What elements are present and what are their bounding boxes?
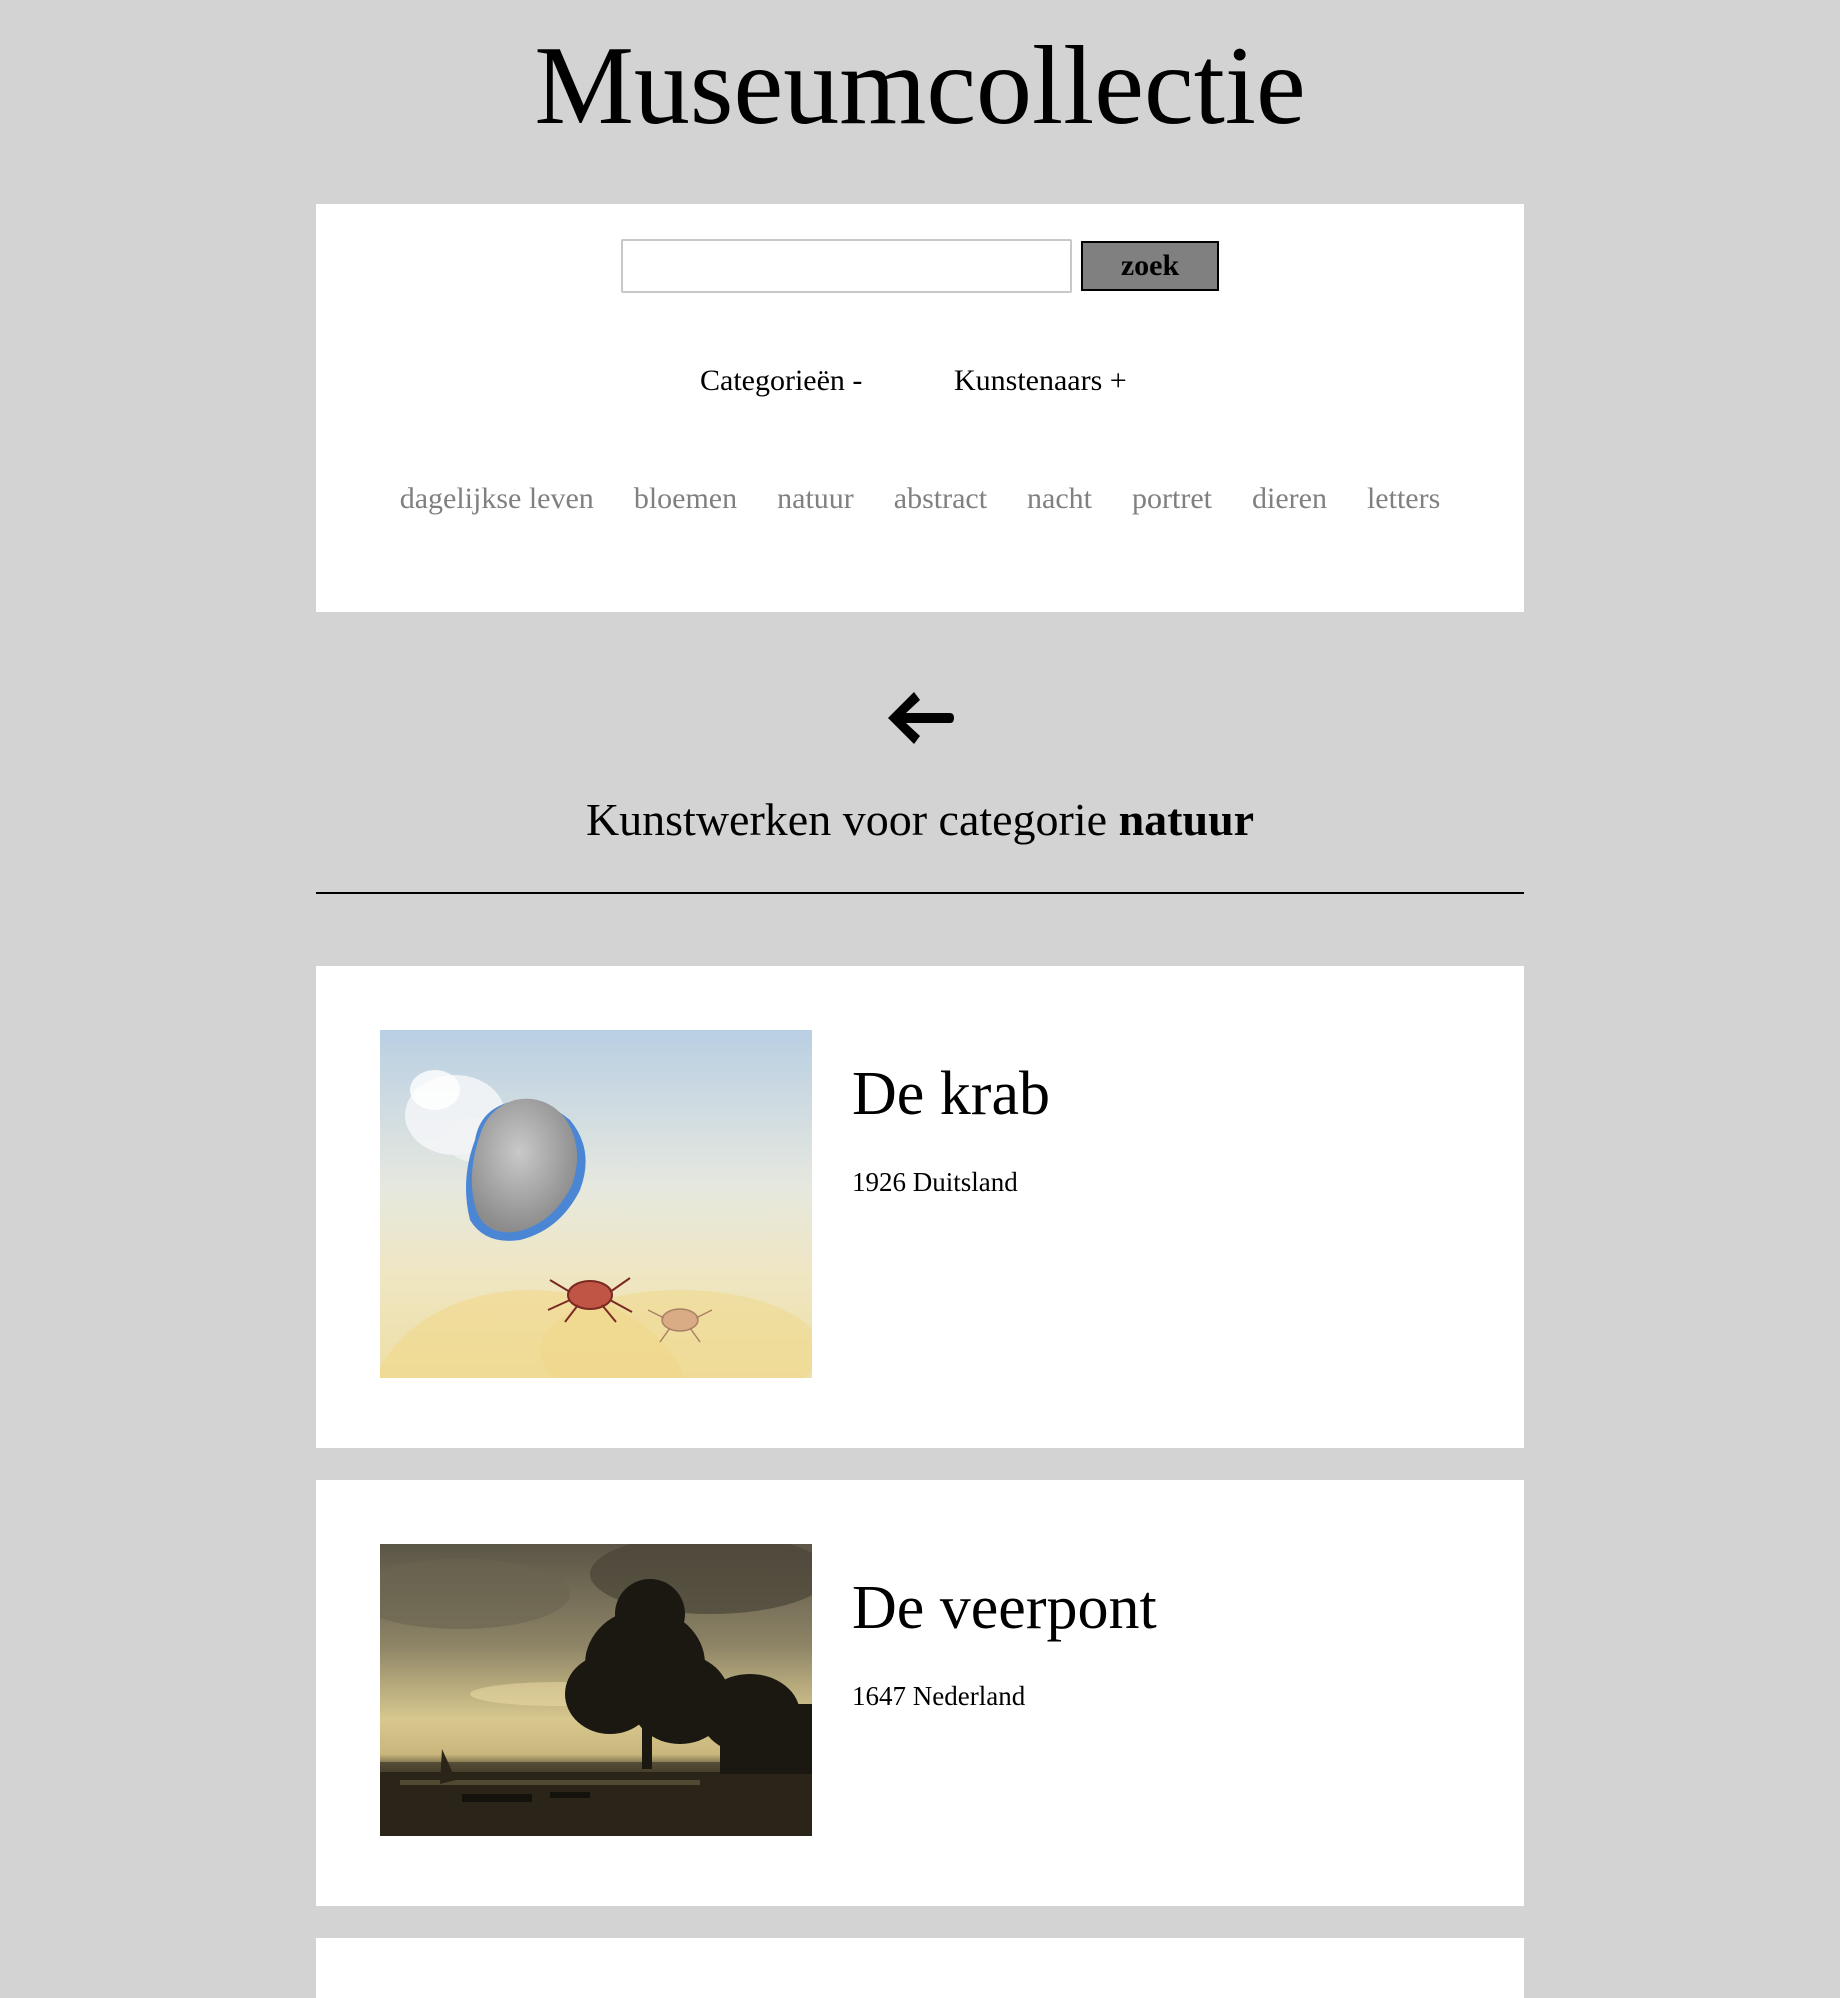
category-link-dieren[interactable]: dieren <box>1252 474 1327 524</box>
search-input[interactable] <box>621 239 1072 293</box>
section-divider <box>316 892 1524 894</box>
artwork-image[interactable] <box>380 1030 812 1378</box>
category-link-bloemen[interactable]: bloemen <box>634 474 737 524</box>
artwork-image[interactable] <box>380 1544 812 1836</box>
site-title: Museumcollectie <box>534 24 1306 148</box>
category-link-dagelijkse-leven[interactable]: dagelijkse leven <box>400 474 594 524</box>
results-heading-category: natuur <box>1118 794 1255 845</box>
artwork-card[interactable] <box>316 1938 1524 1998</box>
river-landscape-painting-icon <box>380 1544 812 1836</box>
results-heading-prefix: Kunstwerken voor categorie <box>585 794 1108 845</box>
search-form: zoek <box>316 239 1524 293</box>
artwork-country: Nederland <box>912 1681 1026 1711</box>
artwork-meta: 1926 Duitsland <box>852 1164 1018 1200</box>
artists-toggle[interactable]: Kunstenaars + <box>954 356 1127 406</box>
artwork-title[interactable]: De veerpont <box>852 1568 1157 1648</box>
category-link-letters[interactable]: letters <box>1367 474 1440 524</box>
arrow-left-icon[interactable] <box>884 690 956 746</box>
category-link-portret[interactable]: portret <box>1132 474 1212 524</box>
search-panel: zoek <box>316 204 1524 612</box>
artwork-title[interactable]: De krab <box>852 1054 1050 1134</box>
artwork-card[interactable]: De veerpont 1647 Nederland <box>316 1480 1524 1906</box>
artwork-meta: 1647 Nederland <box>852 1678 1025 1714</box>
artwork-year: 1926 <box>852 1167 906 1197</box>
artwork-year: 1647 <box>852 1681 906 1711</box>
category-link-abstract[interactable]: abstract <box>894 474 987 524</box>
categories-toggle[interactable]: Categorieën - <box>700 356 862 406</box>
artwork-card[interactable]: De krab 1926 Duitsland <box>316 966 1524 1448</box>
category-link-natuur[interactable]: natuur <box>777 474 854 524</box>
results-heading: Kunstwerken voor categorie natuur <box>0 790 1840 850</box>
surreal-crab-painting-icon <box>380 1030 812 1378</box>
search-button[interactable]: zoek <box>1081 241 1219 291</box>
category-list: dagelijkse leven bloemen natuur abstract… <box>0 474 1840 524</box>
artwork-country: Duitsland <box>912 1167 1018 1197</box>
category-link-nacht[interactable]: nacht <box>1027 474 1092 524</box>
